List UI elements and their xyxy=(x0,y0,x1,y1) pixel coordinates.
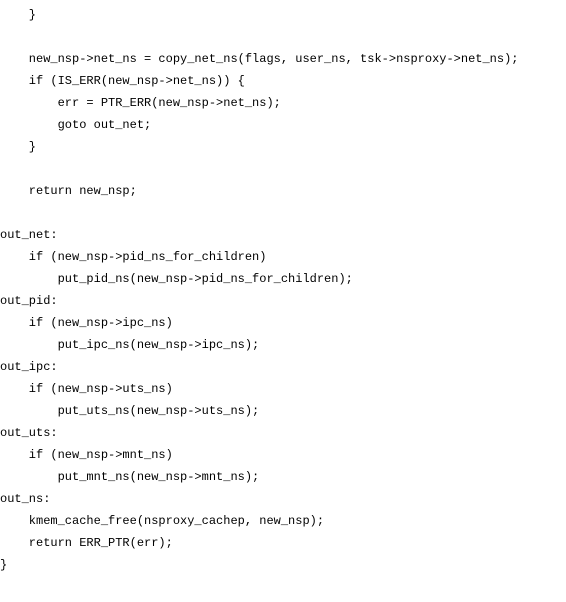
code-block: } new_nsp->net_ns = copy_net_ns(flags, u… xyxy=(0,0,566,576)
code-content: } new_nsp->net_ns = copy_net_ns(flags, u… xyxy=(0,8,518,572)
